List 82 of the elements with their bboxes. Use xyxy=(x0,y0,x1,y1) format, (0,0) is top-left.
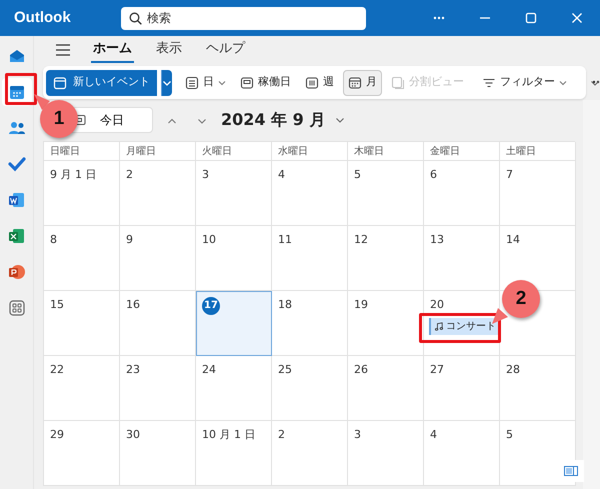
checkmark-icon[interactable] xyxy=(8,155,26,173)
day-number: 16 xyxy=(126,297,140,313)
panel-toggle-icon[interactable] xyxy=(564,466,578,476)
day-number: 3 xyxy=(202,167,209,183)
day-number: 2 xyxy=(278,427,285,443)
filter-button[interactable]: フィルター xyxy=(477,70,572,96)
calendar-icon[interactable] xyxy=(8,83,26,101)
weekday-header: 土曜日 xyxy=(500,142,576,161)
day-number: 12 xyxy=(354,232,368,248)
powerpoint-icon[interactable] xyxy=(8,263,26,281)
app-title: Outlook xyxy=(14,8,71,28)
event-chip[interactable]: コンサート xyxy=(426,318,500,334)
month-picker[interactable]: 2024 年 9 月 xyxy=(221,108,346,132)
chevron-down-icon xyxy=(335,115,346,125)
pointer-tail xyxy=(34,94,50,110)
chevron-down-icon xyxy=(559,78,567,86)
day-number: 9 xyxy=(126,232,133,248)
day-number: 10 xyxy=(202,232,216,248)
day-number: 18 xyxy=(278,297,292,313)
weekday-header: 月曜日 xyxy=(120,142,196,161)
day-number: 20 xyxy=(430,297,444,313)
view-button[interactable]: 月 xyxy=(343,70,382,96)
weekday-header: 木曜日 xyxy=(348,142,424,161)
weekday-header: 水曜日 xyxy=(272,142,348,161)
apps-icon[interactable] xyxy=(8,299,26,317)
search-field[interactable]: 検索 xyxy=(120,6,366,30)
view-button[interactable]: 日 xyxy=(180,70,231,96)
weekday-header: 金曜日 xyxy=(424,142,500,161)
day-number: 14 xyxy=(506,232,520,248)
dropdown-button[interactable] xyxy=(161,70,172,96)
workweek-icon xyxy=(240,76,254,90)
day-number: 27 xyxy=(430,362,444,378)
day-number: 19 xyxy=(354,297,368,313)
weekday-header: 火曜日 xyxy=(196,142,272,161)
menu-icon[interactable] xyxy=(55,43,71,57)
maximize-icon[interactable] xyxy=(524,11,538,25)
day-number: 5 xyxy=(354,167,361,183)
day-number: 15 xyxy=(50,297,64,313)
day-number: 9 月 1 日 xyxy=(50,167,96,183)
close-icon[interactable] xyxy=(570,11,584,25)
callout-tooltip: 1 xyxy=(40,100,78,138)
day-number: 25 xyxy=(278,362,292,378)
week-view-icon xyxy=(305,76,319,90)
day-number: 28 xyxy=(506,362,520,378)
calendar-icon xyxy=(53,76,67,90)
day-number: 2 xyxy=(126,167,133,183)
month-view-icon xyxy=(348,76,362,90)
day-number: 3 xyxy=(354,427,361,443)
day-number: 11 xyxy=(278,232,292,248)
day-number: 24 xyxy=(202,362,216,378)
day-number: 17 xyxy=(202,297,220,315)
day-number: 6 xyxy=(430,167,437,183)
day-number: 30 xyxy=(126,427,140,443)
day-number: 7 xyxy=(506,167,513,183)
chevron-down-icon[interactable] xyxy=(590,78,600,88)
excel-icon[interactable] xyxy=(8,227,26,245)
new-event-button[interactable]: 新しいイベント xyxy=(46,70,157,96)
word-icon[interactable] xyxy=(8,191,26,209)
day-number: 22 xyxy=(50,362,64,378)
day-number: 5 xyxy=(506,427,513,443)
pointer-tail xyxy=(492,308,508,324)
weekday-header: 日曜日 xyxy=(44,142,120,161)
ribbon-tab[interactable]: ホーム xyxy=(91,36,134,64)
day-view-icon xyxy=(185,76,199,90)
view-button[interactable]: 稼働日 xyxy=(235,70,296,96)
day-number: 13 xyxy=(430,232,444,248)
mail-icon[interactable] xyxy=(8,47,26,65)
music-note-icon xyxy=(435,320,443,332)
day-number: 29 xyxy=(50,427,64,443)
highlight-frame xyxy=(5,73,37,105)
ribbon-tab[interactable]: ヘルプ xyxy=(204,36,247,64)
day-number: 4 xyxy=(278,167,285,183)
day-number: 10 月 1 日 xyxy=(202,427,256,443)
day-number: 4 xyxy=(430,427,437,443)
search-icon xyxy=(128,12,142,24)
day-number: 26 xyxy=(354,362,368,378)
view-button[interactable]: 週 xyxy=(300,70,339,96)
people-icon[interactable] xyxy=(8,119,26,137)
split-view-icon xyxy=(391,76,405,90)
ribbon-tab[interactable]: 表示 xyxy=(154,36,184,64)
day-number: 23 xyxy=(126,362,140,378)
day-number: 8 xyxy=(50,232,57,248)
